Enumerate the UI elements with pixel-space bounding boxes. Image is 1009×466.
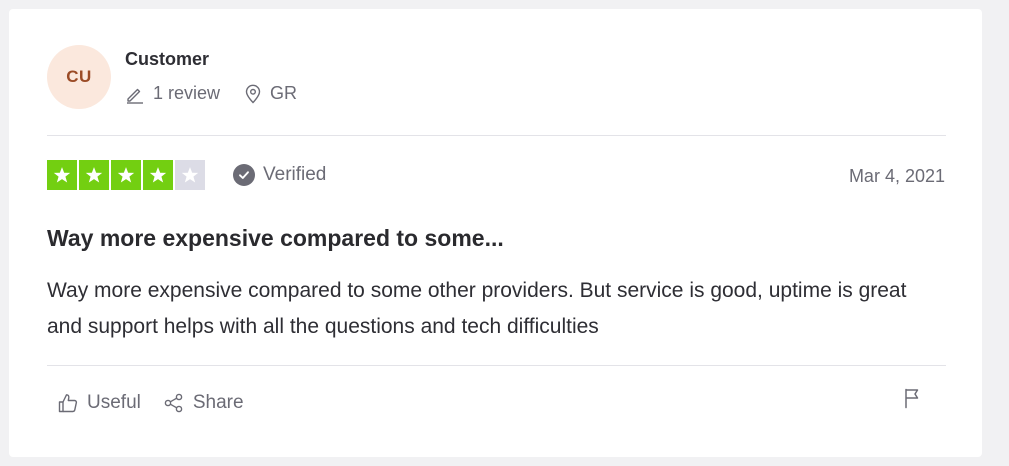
star-filled-icon (143, 160, 173, 190)
review-date: Mar 4, 2021 (848, 166, 945, 186)
star-rating (47, 160, 207, 190)
verified-badge[interactable]: Verified (233, 164, 326, 186)
reviewer-name[interactable]: Customer (125, 49, 209, 70)
thumbs-up-icon (58, 394, 78, 413)
country-code: GR (270, 83, 298, 103)
useful-button[interactable]: Useful (57, 392, 141, 414)
avatar[interactable]: CU (47, 45, 111, 109)
review-count-label: 1 review (153, 83, 221, 103)
review-count: 1 review (125, 83, 220, 104)
divider (47, 365, 946, 366)
verified-label: Verified (263, 164, 327, 185)
review-actions: Useful Share (57, 392, 244, 414)
share-label: Share (192, 392, 244, 413)
star-filled-icon (79, 160, 109, 190)
reviewer-country: GR (244, 83, 297, 104)
avatar-initials: CU (66, 67, 92, 86)
share-button[interactable]: Share (163, 392, 244, 414)
star-empty-icon (175, 160, 205, 190)
share-icon (164, 393, 183, 413)
review-text: Way more expensive compared to some othe… (47, 279, 907, 338)
pencil-icon (127, 88, 143, 104)
star-filled-icon (47, 160, 77, 190)
reviewer-meta: 1 review GR (125, 83, 297, 104)
divider (47, 135, 946, 136)
review-title[interactable]: Way more expensive compared to some... (47, 225, 504, 252)
star-filled-icon (111, 160, 141, 190)
flag-icon[interactable] (902, 387, 924, 409)
location-pin-icon (245, 84, 261, 103)
useful-label: Useful (87, 392, 141, 413)
check-circle-icon (233, 164, 255, 186)
review-card: CU Customer 1 review GR Verified Mar 4, … (9, 9, 982, 457)
